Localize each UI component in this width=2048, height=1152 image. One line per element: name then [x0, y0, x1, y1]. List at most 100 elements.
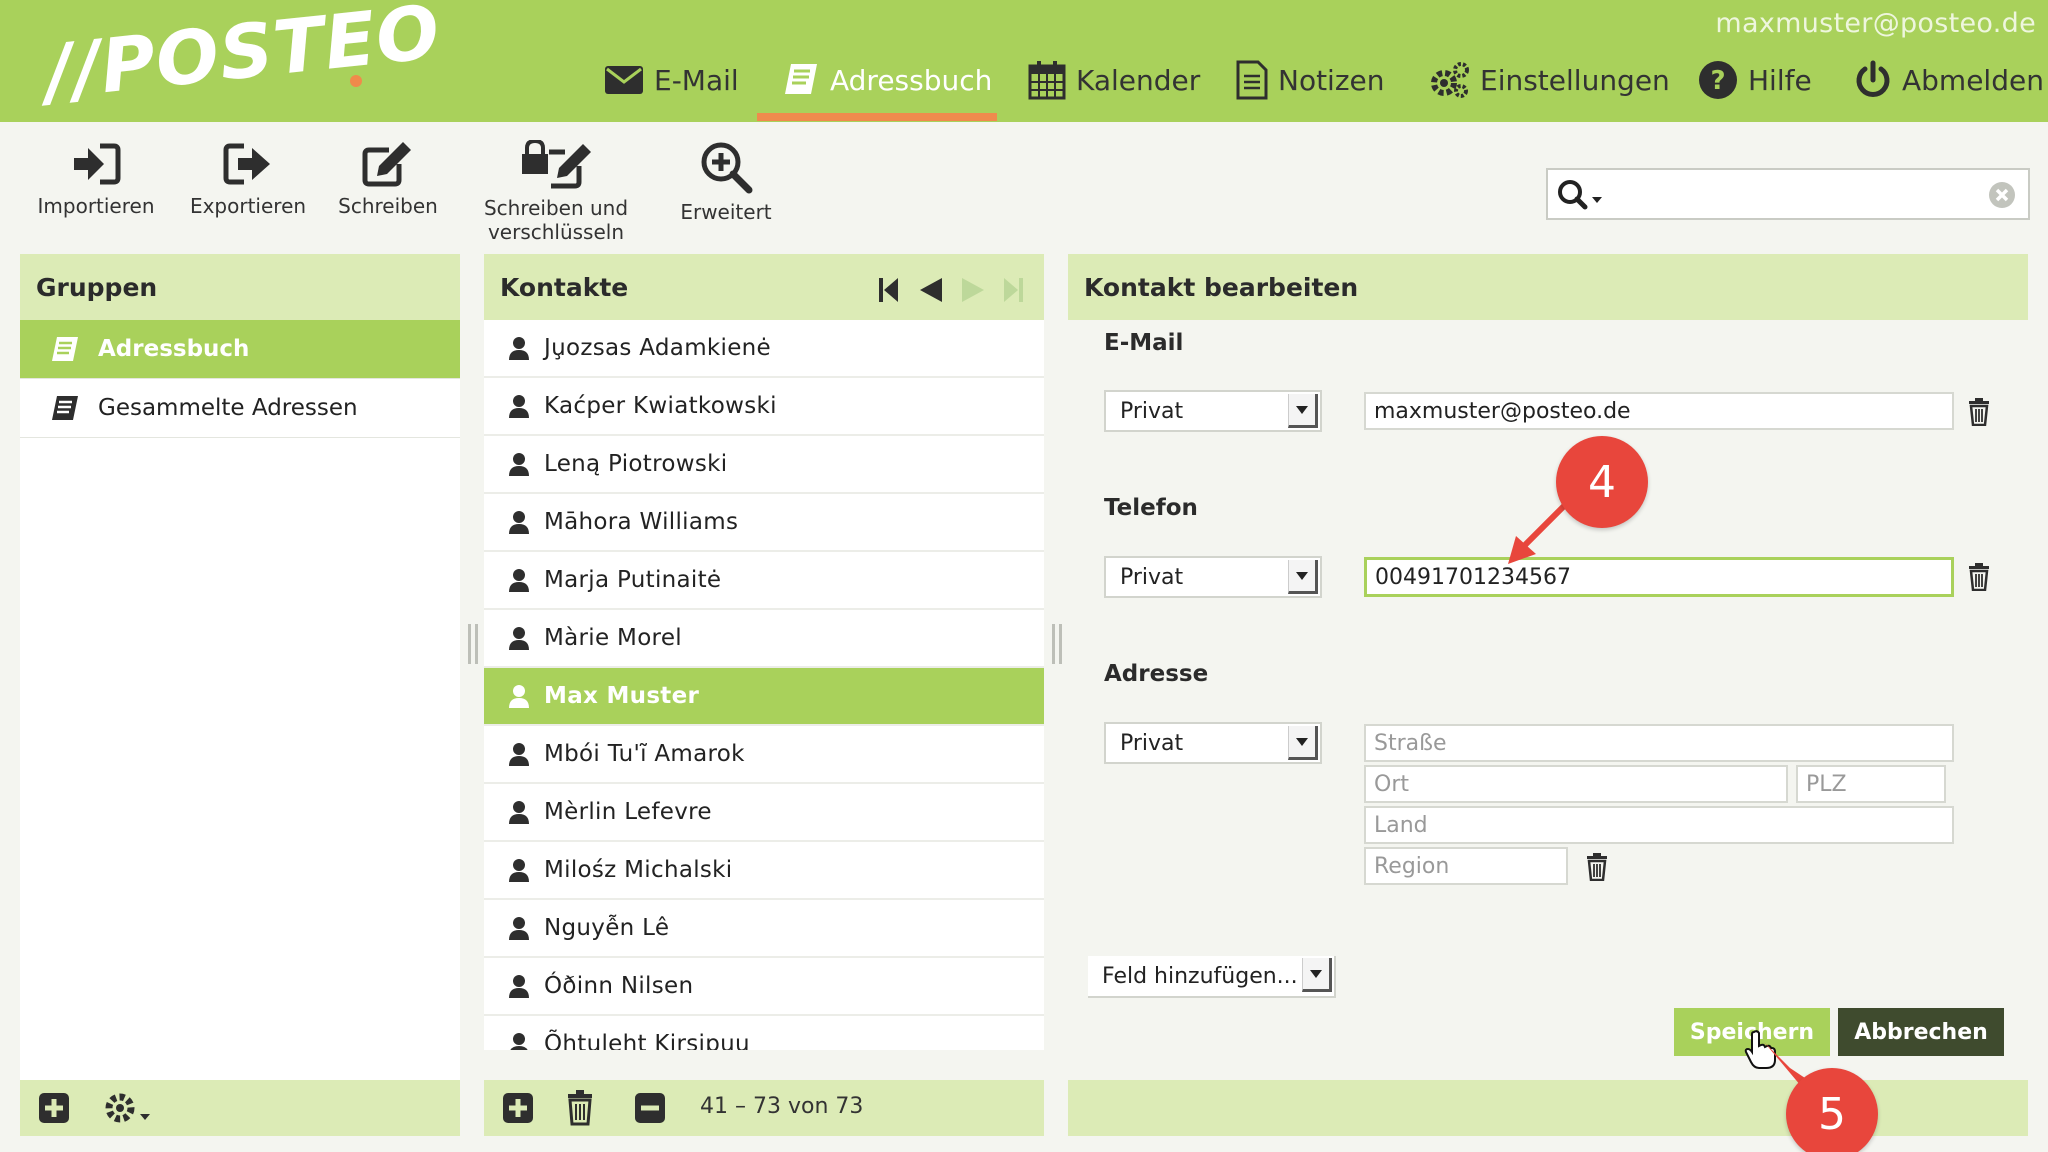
nav-notes[interactable]: Notizen — [1236, 58, 1385, 102]
nav-addressbook-label: Adressbuch — [830, 63, 993, 97]
last-page-icon[interactable] — [1002, 276, 1024, 304]
advanced-search-button[interactable]: Erweitert — [676, 140, 776, 224]
chevron-down-icon — [1288, 394, 1318, 428]
address-section-label: Adresse — [1104, 661, 1209, 687]
person-icon — [509, 337, 529, 360]
phone-section-label: Telefon — [1104, 495, 1198, 521]
edit-title: Kontakt bearbeiten — [1084, 272, 1359, 302]
remove-from-group-icon[interactable] — [634, 1092, 666, 1124]
search-input[interactable] — [1614, 176, 1954, 212]
nav-email-label: E-Mail — [654, 63, 739, 97]
contact-row[interactable]: Mbói Tu'ĩ Amarok — [484, 726, 1044, 784]
zoom-in-icon — [701, 142, 753, 194]
first-page-icon[interactable] — [878, 276, 900, 304]
contact-name: Óðinn Nilsen — [544, 973, 694, 999]
person-icon — [509, 453, 529, 476]
posteo-logo[interactable]: //POSTEO — [41, 0, 444, 116]
groups-footer — [20, 1080, 460, 1136]
contact-name: Marja Putinaitė — [544, 567, 722, 593]
clear-search-icon[interactable] — [1988, 181, 2016, 209]
contact-row[interactable]: Māhora Williams — [484, 494, 1044, 552]
contact-row[interactable]: Õhtuleht Kirsipuu — [484, 1016, 1044, 1050]
phone-field[interactable] — [1364, 557, 1954, 597]
zip-field[interactable] — [1796, 765, 1946, 803]
delete-email-icon[interactable] — [1968, 398, 1990, 426]
contact-row[interactable]: Milośz Michalski — [484, 842, 1044, 900]
export-label: Exportieren — [189, 194, 307, 218]
groups-splitter[interactable] — [468, 624, 478, 664]
group-settings-icon[interactable] — [102, 1090, 162, 1130]
email-field[interactable] — [1364, 392, 1954, 430]
import-button[interactable]: Importieren — [37, 140, 155, 218]
chevron-down-icon — [1288, 726, 1318, 760]
contact-row[interactable]: Nguyễn Lê — [484, 900, 1044, 958]
contacts-footer: 41 – 73 von 73 — [484, 1080, 1044, 1136]
user-email: maxmuster@posteo.de — [1715, 8, 2036, 39]
country-field[interactable] — [1364, 806, 1954, 844]
cancel-button[interactable]: Abbrechen — [1838, 1008, 2004, 1056]
city-field[interactable] — [1364, 765, 1788, 803]
add-contact-icon[interactable] — [502, 1092, 534, 1124]
next-page-icon[interactable] — [960, 276, 986, 304]
nav-addressbook[interactable]: Adressbuch — [782, 58, 992, 102]
contact-row[interactable]: Kaćper Kwiatkowski — [484, 378, 1044, 436]
step-5-badge: 5 — [1786, 1068, 1878, 1152]
region-field[interactable] — [1364, 847, 1568, 885]
compose-encrypted-label-2: verschlüsseln — [487, 220, 625, 244]
edit-header: Kontakt bearbeiten — [1068, 254, 2028, 320]
compose-encrypted-button[interactable]: Schreiben und verschlüsseln — [478, 140, 634, 244]
address-type-select[interactable]: Privat — [1104, 722, 1322, 764]
phone-type-select[interactable]: Privat — [1104, 556, 1322, 598]
nav-logout[interactable]: Abmelden — [1854, 58, 2044, 102]
contact-row[interactable]: Ju̧ozsas Adamkienė — [484, 320, 1044, 378]
person-icon — [510, 1033, 528, 1050]
person-icon — [509, 511, 529, 534]
add-group-icon[interactable] — [38, 1092, 70, 1124]
step-5-number: 5 — [1818, 1088, 1846, 1140]
nav-help[interactable]: ? Hilfe — [1698, 58, 1812, 102]
delete-contact-icon[interactable] — [566, 1090, 594, 1126]
nav-settings[interactable]: Einstellungen — [1430, 58, 1670, 102]
contacts-splitter[interactable] — [1052, 624, 1062, 664]
person-icon — [509, 917, 529, 940]
street-field[interactable] — [1364, 724, 1954, 762]
import-label: Importieren — [37, 194, 155, 218]
add-field-select[interactable]: Feld hinzufügen... — [1088, 956, 1336, 998]
step-4-number: 4 — [1588, 456, 1616, 508]
nav-help-label: Hilfe — [1748, 63, 1812, 97]
group-addressbook-label: Adressbuch — [98, 336, 250, 362]
contact-row[interactable]: Óðinn Nilsen — [484, 958, 1044, 1016]
group-collected-addresses[interactable]: Gesammelte Adressen — [20, 379, 460, 438]
contact-name: Māhora Williams — [544, 509, 739, 535]
contact-row[interactable]: Leną Piotrowski — [484, 436, 1044, 494]
delete-phone-icon[interactable] — [1968, 563, 1990, 591]
notes-icon — [1236, 60, 1268, 100]
top-header: maxmuster@posteo.de //POSTEO E-Mail Adre… — [0, 0, 2048, 122]
export-icon — [223, 143, 270, 185]
export-button[interactable]: Exportieren — [188, 140, 308, 218]
lock-edit-icon — [522, 140, 591, 189]
email-type-value: Privat — [1120, 398, 1184, 424]
nav-email[interactable]: E-Mail — [604, 58, 739, 102]
delete-address-icon[interactable] — [1586, 853, 1608, 881]
email-type-select[interactable]: Privat — [1104, 390, 1322, 432]
contact-name: Màrie Morel — [544, 625, 682, 651]
address-book-icon — [52, 396, 78, 420]
contact-row[interactable]: Mèrlin Lefevre — [484, 784, 1044, 842]
compose-button[interactable]: Schreiben — [336, 140, 440, 218]
address-book-icon — [52, 337, 78, 361]
search-options-icon[interactable] — [1556, 178, 1612, 214]
svg-text:?: ? — [1710, 66, 1725, 96]
nav-calendar[interactable]: Kalender — [1028, 58, 1200, 102]
previous-page-icon[interactable] — [918, 276, 944, 304]
group-addressbook[interactable]: Adressbuch — [20, 320, 460, 379]
address-book-icon — [785, 64, 817, 94]
contact-name: Mbói Tu'ĩ Amarok — [544, 741, 745, 767]
contact-row[interactable]: Max Muster — [484, 668, 1044, 726]
contact-row[interactable]: Marja Putinaitė — [484, 552, 1044, 610]
contacts-list: Ju̧ozsas Adamkienė Kaćper Kwiatkowski Leną… — [484, 320, 1044, 1050]
contact-count: 41 – 73 von 73 — [700, 1094, 864, 1119]
add-field-value: Feld hinzufügen... — [1102, 963, 1298, 989]
contact-row[interactable]: Màrie Morel — [484, 610, 1044, 668]
person-icon — [509, 801, 529, 824]
